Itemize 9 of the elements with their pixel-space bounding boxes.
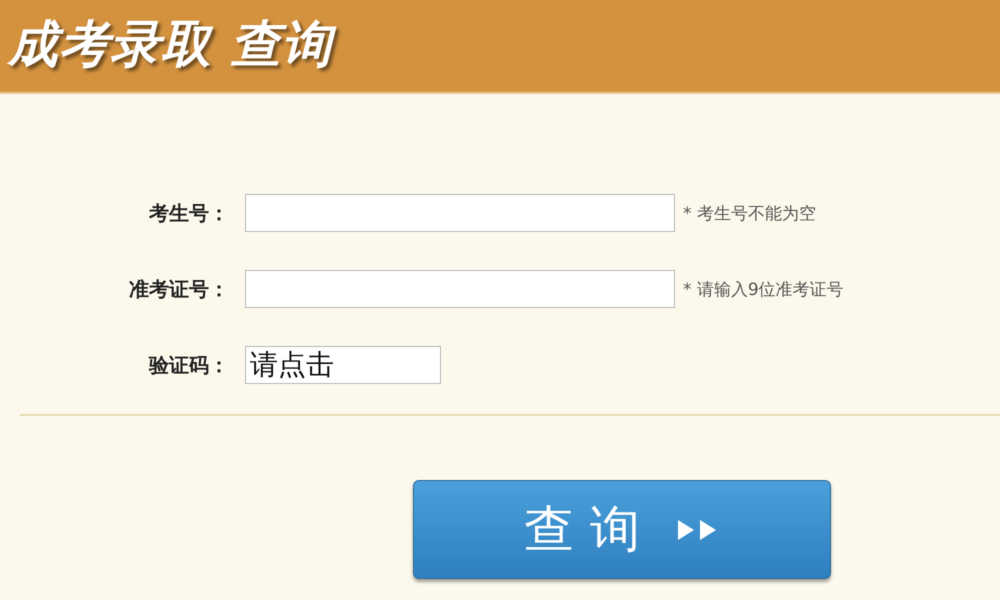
field-label: 准考证号： [128, 276, 230, 302]
field-hint: * 考生号不能为空 [683, 202, 816, 224]
captcha-field[interactable]: 请点击 [245, 346, 441, 384]
page-title: 成考录取 查询 [4, 10, 346, 82]
field-label: 验证码： [148, 352, 230, 378]
field-hint: * 请输入9位准考证号 [683, 278, 844, 300]
input-field[interactable] [245, 270, 675, 308]
input-field[interactable] [245, 194, 675, 232]
field-label: 考生号： [148, 200, 230, 226]
